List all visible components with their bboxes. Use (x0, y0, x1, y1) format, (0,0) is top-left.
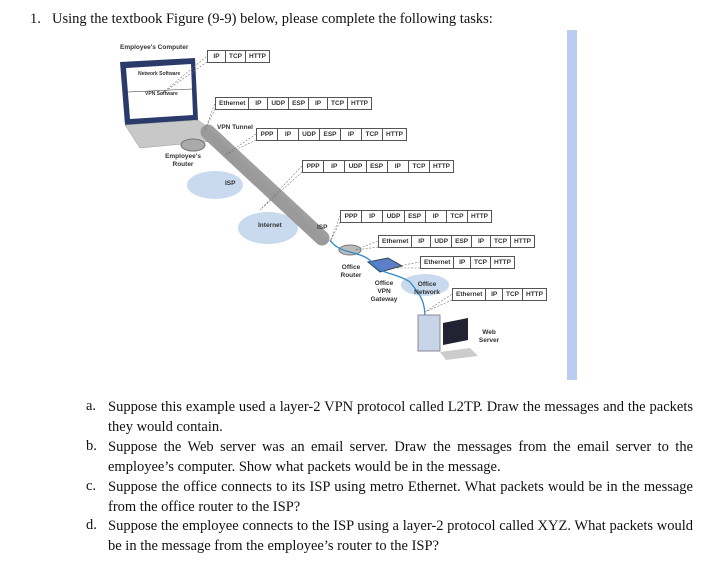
packet-field: Ethernet (453, 289, 487, 300)
packet-field: IP (309, 98, 329, 109)
packet-6: Ethernet IP UDP ESP IP TCP HTTP (378, 235, 535, 248)
packet-field: PPP (303, 161, 325, 172)
packet-field: PPP (341, 211, 363, 222)
label-internet: Internet (258, 222, 282, 229)
web-server-icon (417, 314, 478, 360)
label-vpn-tunnel: VPN Tunnel (217, 124, 253, 131)
packet-field: IP (249, 98, 269, 109)
packet-field: Ethernet (216, 98, 250, 109)
packet-field: ESP (405, 211, 426, 222)
packet-field: TCP (471, 257, 492, 268)
packet-field: HTTP (526, 291, 543, 298)
packet-field: Ethernet (379, 236, 413, 247)
packet-field: TCP (409, 161, 431, 172)
label-vpn-software: VPN Software (145, 91, 178, 97)
packet-field: IP (362, 211, 384, 222)
packet-field: TCP (491, 236, 512, 247)
packet-field: IP (412, 236, 432, 247)
label-employee-computer: Employee's Computer (120, 44, 189, 51)
task-text: Suppose this example used a layer-2 VPN … (108, 399, 693, 435)
task-text: Suppose the Web server was an email serv… (108, 439, 693, 475)
packet-field: IP (341, 129, 362, 140)
task-letter: c. (86, 478, 97, 494)
label-web-server: Web Server (478, 329, 500, 344)
packet-field: IP (426, 211, 447, 222)
label-network-software: Network Software (138, 71, 181, 77)
label-office-network: Office Network (414, 281, 440, 296)
packet-field: HTTP (249, 53, 266, 60)
employee-router-icon (180, 138, 206, 152)
packet-field: Ethernet (421, 257, 455, 268)
task-letter: a. (86, 398, 97, 414)
figure-drawing (120, 55, 478, 360)
packet-field: HTTP (351, 100, 369, 107)
packet-field: TCP (226, 51, 247, 62)
packet-1: IP TCP HTTP (207, 50, 270, 63)
packet-field: ESP (452, 236, 473, 247)
packet-field: IP (472, 236, 492, 247)
packet-3: PPP IP UDP ESP IP TCP HTTP (256, 128, 407, 141)
packet-field: UDP (299, 129, 320, 140)
packet-field: IP (324, 161, 346, 172)
packet-field: ESP (289, 98, 310, 109)
packet-field: ESP (367, 161, 388, 172)
label-isp: ISP (225, 180, 236, 187)
packet-field: TCP (328, 98, 349, 109)
label-office-vpn-gateway: Office VPN Gateway (370, 280, 398, 303)
packet-5: PPP IP UDP ESP IP TCP HTTP (340, 210, 492, 223)
packet-field: TCP (447, 211, 469, 222)
packet-field: HTTP (471, 213, 489, 220)
figure-9-9: Employee's Computer Network Software VPN… (0, 0, 719, 400)
packet-8: Ethernet IP TCP HTTP (452, 288, 547, 301)
vpn-gateway-icon (366, 257, 404, 273)
packet-field: ESP (320, 129, 341, 140)
selection-bar (567, 30, 577, 380)
packet-field: IP (278, 129, 299, 140)
task-letter: b. (86, 438, 97, 454)
task-letter: d. (86, 517, 97, 533)
packet-field: TCP (362, 129, 383, 140)
label-office-router: Office Router (340, 264, 362, 279)
packet-4: PPP IP UDP ESP IP TCP HTTP (302, 160, 454, 173)
packet-field: HTTP (386, 131, 403, 138)
packet-field: UDP (268, 98, 290, 109)
task-text: Suppose the employee connects to the ISP… (108, 518, 693, 554)
packet-field: PPP (257, 129, 278, 140)
packet-field: IP (454, 257, 472, 268)
packet-field: HTTP (494, 259, 511, 266)
packet-7: Ethernet IP TCP HTTP (420, 256, 515, 269)
packet-field: HTTP (433, 163, 451, 170)
packet-field: IP (208, 51, 227, 62)
label-employee-router: Employee's Router (165, 153, 201, 168)
packet-field: UDP (345, 161, 367, 172)
task-text: Suppose the office connects to its ISP u… (108, 479, 693, 515)
packet-field: IP (486, 289, 504, 300)
packet-field: HTTP (514, 238, 532, 245)
packet-2: Ethernet IP UDP ESP IP TCP HTTP (215, 97, 372, 110)
packet-field: UDP (431, 236, 453, 247)
packet-field: UDP (383, 211, 405, 222)
packet-field: IP (388, 161, 409, 172)
label-isp-2: ISP (317, 224, 328, 231)
packet-field: TCP (503, 289, 524, 300)
